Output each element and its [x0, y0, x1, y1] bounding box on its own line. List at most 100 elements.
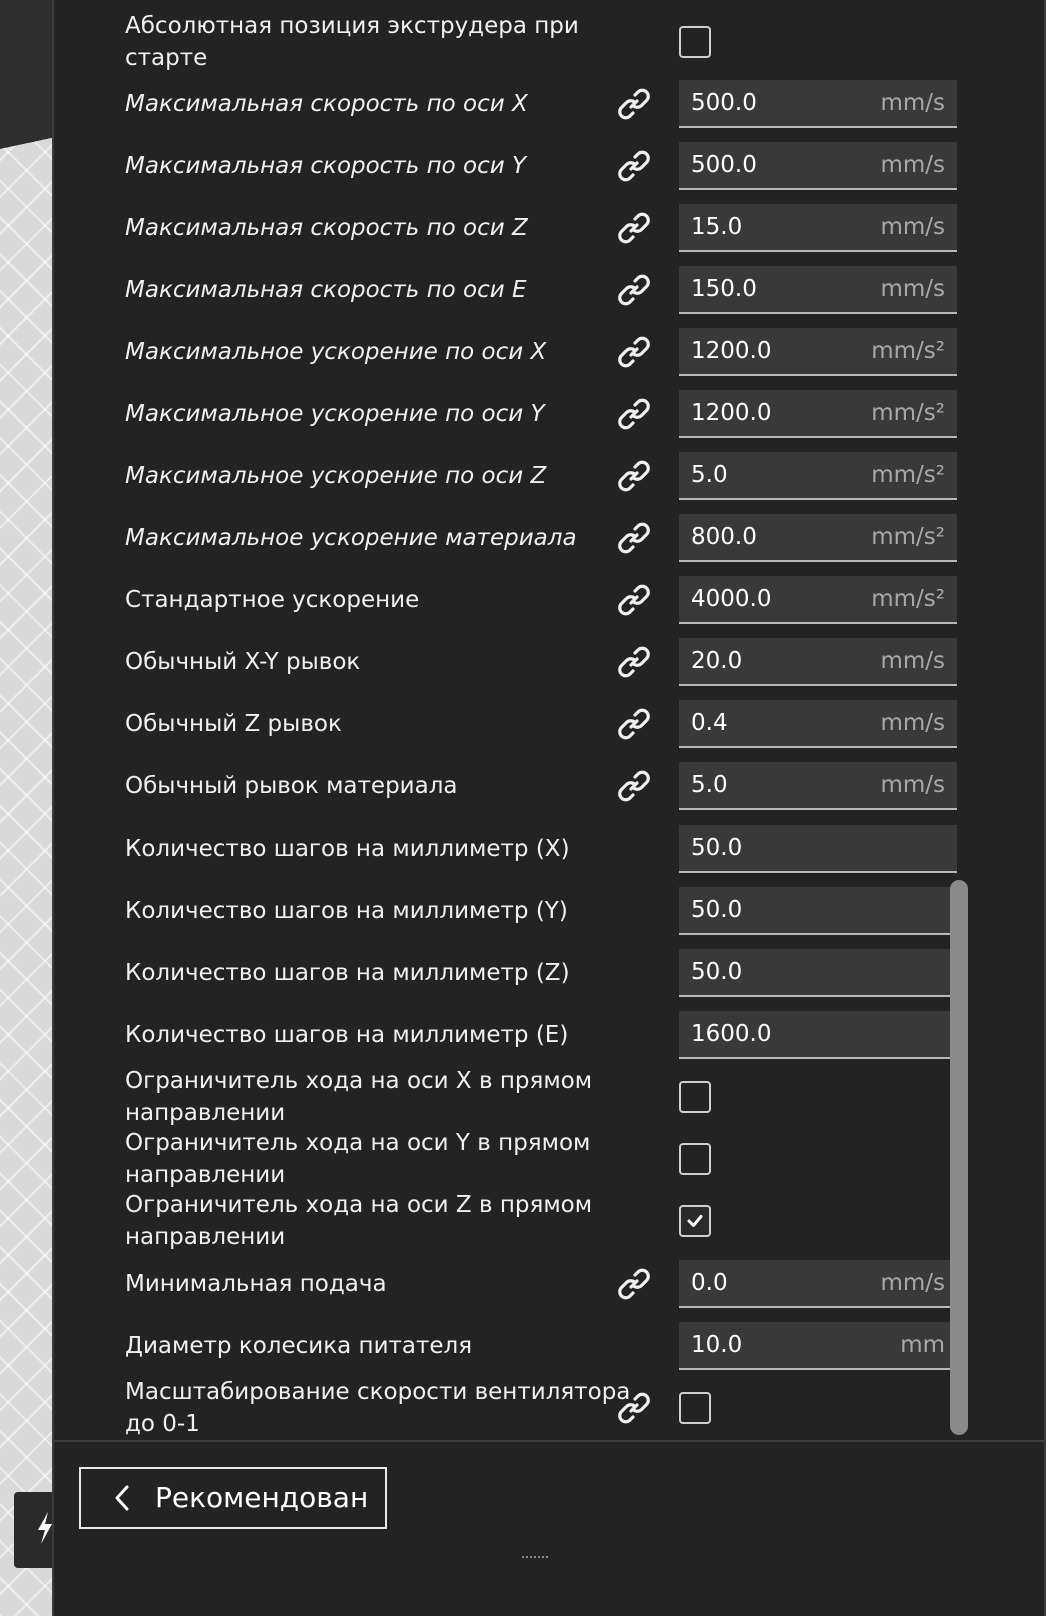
setting-value: 4000.0	[691, 586, 772, 612]
setting-unit: mm/s²	[871, 524, 945, 550]
setting-row: Количество шагов на миллиметр (X) 50.0	[54, 818, 1044, 880]
setting-checkbox[interactable]	[679, 1081, 711, 1113]
setting-value-field[interactable]: 50.0	[679, 949, 957, 997]
link-icon[interactable]	[616, 334, 652, 370]
link-icon[interactable]	[616, 396, 652, 432]
setting-value: 800.0	[691, 524, 757, 550]
setting-value: 5.0	[691, 462, 728, 488]
setting-unit: mm/s²	[871, 338, 945, 364]
setting-value-field[interactable]: 20.0 mm/s	[679, 638, 957, 686]
setting-row: Количество шагов на миллиметр (Z) 50.0	[54, 942, 1044, 1004]
setting-value-field[interactable]: 500.0 mm/s	[679, 80, 957, 128]
setting-checkbox[interactable]	[679, 1392, 711, 1424]
link-icon[interactable]	[616, 86, 652, 122]
settings-scrollbar[interactable]	[950, 880, 968, 1435]
setting-unit: mm/s	[880, 772, 945, 798]
setting-value: 50.0	[691, 835, 743, 861]
link-icon[interactable]	[616, 210, 652, 246]
viewport-dark-area	[0, 0, 60, 200]
setting-value-field[interactable]: 4000.0 mm/s²	[679, 576, 957, 624]
recommended-mode-button[interactable]: Рекомендован	[79, 1467, 387, 1529]
setting-value-field[interactable]: 5.0 mm/s	[679, 762, 957, 810]
setting-value-field[interactable]: 500.0 mm/s	[679, 142, 957, 190]
setting-label: Максимальная скорость по оси E	[125, 277, 527, 303]
setting-value: 150.0	[691, 276, 757, 302]
setting-checkbox[interactable]	[679, 1143, 711, 1175]
setting-row: Количество шагов на миллиметр (Y) 50.0	[54, 880, 1044, 942]
footer-divider	[54, 1440, 1044, 1442]
setting-row: Абсолютная позиция экструдера при старте	[54, 11, 1044, 73]
setting-value-field[interactable]: 800.0 mm/s²	[679, 514, 957, 562]
setting-value-field[interactable]: 1200.0 mm/s²	[679, 328, 957, 376]
link-icon[interactable]	[616, 148, 652, 184]
setting-checkbox[interactable]	[679, 26, 711, 58]
setting-row: Ограничитель хода на оси Y в прямом напр…	[54, 1128, 1044, 1190]
link-icon[interactable]	[616, 1390, 652, 1426]
setting-row: Ограничитель хода на оси X в прямом напр…	[54, 1066, 1044, 1128]
setting-unit: mm/s	[880, 90, 945, 116]
setting-unit: mm/s²	[871, 586, 945, 612]
link-icon[interactable]	[616, 644, 652, 680]
setting-row: Обычный X-Y рывок 20.0 mm/s	[54, 631, 1044, 693]
setting-value: 1200.0	[691, 400, 772, 426]
setting-value-field[interactable]: 150.0 mm/s	[679, 266, 957, 314]
checkmark-icon	[685, 1211, 705, 1231]
setting-row: Ограничитель хода на оси Z в прямом напр…	[54, 1190, 1044, 1252]
panel-resize-grip[interactable]	[522, 1556, 548, 1562]
setting-row: Максимальная скорость по оси X 500.0 mm/s	[54, 73, 1044, 135]
print-settings-panel: Абсолютная позиция экструдера при старте…	[52, 0, 1046, 1616]
setting-value-field[interactable]: 0.0 mm/s	[679, 1260, 957, 1308]
link-icon[interactable]	[616, 458, 652, 494]
setting-row: Максимальное ускорение по оси X 1200.0 mm/…	[54, 321, 1044, 383]
setting-unit: mm/s	[880, 1270, 945, 1296]
setting-value-field[interactable]: 15.0 mm/s	[679, 204, 957, 252]
setting-row: Масштабирование скорости вентилятора до …	[54, 1377, 1044, 1439]
setting-value: 5.0	[691, 772, 728, 798]
setting-row: Максимальная скорость по оси Z 15.0 mm/s	[54, 197, 1044, 259]
link-icon[interactable]	[616, 706, 652, 742]
setting-label: Ограничитель хода на оси Y в прямом напр…	[125, 1130, 591, 1188]
setting-label: Количество шагов на миллиметр (Y)	[125, 898, 568, 924]
setting-checkbox[interactable]	[679, 1205, 711, 1237]
setting-label: Максимальная скорость по оси Z	[125, 215, 528, 241]
setting-value: 20.0	[691, 648, 743, 674]
setting-unit: mm	[900, 1332, 945, 1358]
setting-unit: mm/s²	[871, 462, 945, 488]
setting-value: 10.0	[691, 1332, 743, 1358]
setting-label: Стандартное ускорение	[125, 587, 420, 613]
setting-label: Максимальная скорость по оси X	[125, 91, 528, 117]
chevron-left-icon	[115, 1485, 129, 1511]
link-icon[interactable]	[616, 520, 652, 556]
setting-value-field[interactable]: 0.4 mm/s	[679, 700, 957, 748]
setting-value-field[interactable]: 1600.0	[679, 1011, 957, 1059]
setting-value: 1200.0	[691, 338, 772, 364]
setting-value-field[interactable]: 50.0	[679, 887, 957, 935]
setting-unit: mm/s	[880, 648, 945, 674]
setting-label: Ограничитель хода на оси X в прямом напр…	[125, 1068, 593, 1126]
setting-value: 0.0	[691, 1270, 728, 1296]
setting-row: Обычный рывок материала 5.0 mm/s	[54, 755, 1044, 817]
setting-label: Обычный X-Y рывок	[125, 649, 361, 675]
setting-value: 15.0	[691, 214, 743, 240]
setting-label: Максимальное ускорение по оси Z	[125, 463, 547, 489]
setting-value: 1600.0	[691, 1021, 772, 1047]
setting-label: Максимальное ускорение материала	[125, 525, 577, 551]
setting-value-field[interactable]: 1200.0 mm/s²	[679, 390, 957, 438]
setting-label: Минимальная подача	[125, 1271, 387, 1297]
link-icon[interactable]	[616, 768, 652, 804]
setting-unit: mm/s	[880, 710, 945, 736]
link-icon[interactable]	[616, 582, 652, 618]
setting-value: 500.0	[691, 152, 757, 178]
setting-label: Максимальная скорость по оси Y	[125, 153, 527, 179]
viewport-tool-button[interactable]	[14, 1492, 54, 1568]
setting-value-field[interactable]: 50.0	[679, 825, 957, 873]
setting-value-field[interactable]: 5.0 mm/s²	[679, 452, 957, 500]
setting-value: 50.0	[691, 959, 743, 985]
setting-unit: mm/s²	[871, 400, 945, 426]
link-icon[interactable]	[616, 272, 652, 308]
link-icon[interactable]	[616, 1266, 652, 1302]
setting-value-field[interactable]: 10.0 mm	[679, 1322, 957, 1370]
setting-row: Максимальное ускорение по оси Z 5.0 mm/s²	[54, 445, 1044, 507]
setting-unit: mm/s	[880, 276, 945, 302]
setting-label: Абсолютная позиция экструдера при старте	[125, 13, 579, 71]
